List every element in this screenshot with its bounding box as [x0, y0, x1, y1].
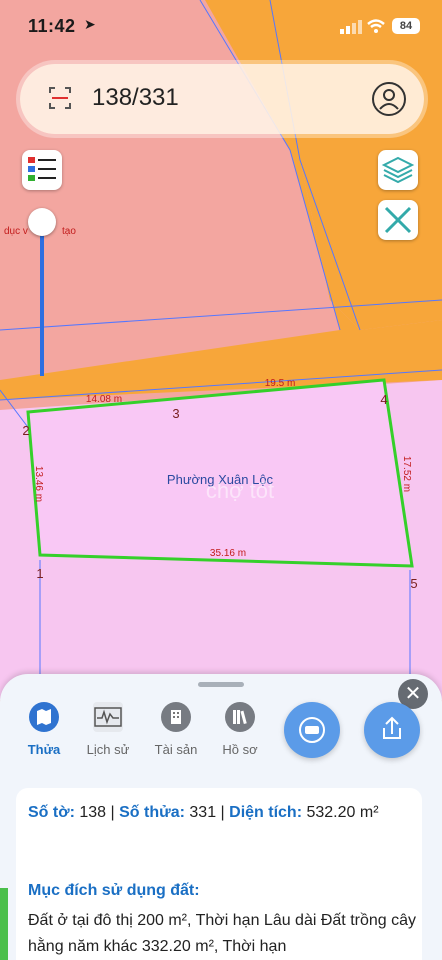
signal-icon	[340, 20, 362, 34]
so-to-label: Số tờ:	[28, 804, 75, 821]
tab-thua[interactable]: Thửa	[14, 702, 74, 757]
edge-label-left: 13.46 m	[33, 466, 44, 502]
tab-label-tai-san: Tài sản	[154, 742, 198, 757]
sheet-handle[interactable]	[198, 682, 244, 687]
tab-ho-so[interactable]: Hồ sơ	[210, 702, 270, 757]
bottom-sheet[interactable]: ✕ Thửa Lịch sử Tài sản Hồ sơ Số tờ: 138 …	[0, 674, 442, 960]
so-thua-label: Số thửa:	[119, 804, 185, 821]
layers-button[interactable]	[378, 150, 418, 190]
opacity-slider-track[interactable]	[40, 236, 44, 376]
tab-lich-su[interactable]: Lịch sử	[78, 702, 138, 757]
scan-icon[interactable]	[48, 86, 72, 110]
share-icon	[383, 716, 401, 739]
battery-level: 84	[392, 18, 420, 34]
user-profile-icon[interactable]	[372, 82, 406, 116]
books-icon	[225, 702, 255, 732]
point-2: 2	[22, 423, 29, 438]
point-4: 4	[380, 392, 387, 407]
navigate-car-button[interactable]	[284, 702, 340, 758]
point-3: 3	[172, 406, 179, 421]
point-5: 5	[410, 576, 417, 591]
map-label-partial: dục v	[4, 226, 28, 237]
parcel-info-card: Số tờ: 138 | Số thửa: 331 | Diện tích: 5…	[16, 788, 422, 960]
tab-label-ho-so: Hồ sơ	[222, 742, 258, 757]
location-arrow-icon: ➤	[84, 16, 96, 32]
so-thua-value: 331	[189, 804, 217, 821]
car-icon	[299, 717, 325, 743]
status-time: 11:42	[28, 16, 76, 36]
watermark: chợ tốt	[206, 478, 274, 503]
so-to-value: 138	[79, 804, 107, 821]
tab-label-thua: Thửa	[27, 742, 61, 757]
search-input[interactable]: 138/331	[92, 84, 179, 112]
layers-icon	[381, 156, 415, 184]
share-button[interactable]	[364, 702, 420, 758]
legend-list-icon	[28, 157, 56, 181]
history-chart-icon	[93, 702, 123, 732]
muc-dich-text: Đất ở tại đô thị 200 m², Thời hạn Lâu dà…	[28, 912, 417, 955]
map-label-partial-2: tạo	[62, 226, 76, 237]
building-icon	[161, 702, 191, 732]
wifi-icon	[367, 19, 385, 33]
edge-label-right: 17.52 m	[401, 456, 412, 492]
tab-label-lich-su: Lịch sử	[86, 742, 130, 757]
point-1: 1	[36, 566, 43, 581]
opacity-slider-handle[interactable]	[28, 208, 56, 236]
edge-label-top-left: 14.08 m	[86, 394, 122, 405]
side-indicator	[0, 888, 8, 960]
edge-label-top-right: 19.5 m	[265, 378, 296, 389]
ruler-pencil-icon	[384, 206, 412, 234]
muc-dich-label: Mục đích sử dụng đất:	[28, 882, 200, 899]
search-bar[interactable]: 138/331	[20, 64, 424, 134]
tab-tai-san[interactable]: Tài sản	[146, 702, 206, 757]
parcel-summary: Số tờ: 138 | Số thửa: 331 | Diện tích: 5…	[28, 804, 379, 821]
map-icon	[29, 702, 59, 732]
dien-tich-value: 532.20 m²	[306, 804, 379, 821]
legend-button[interactable]	[22, 150, 62, 190]
measure-tool-button[interactable]	[378, 200, 418, 240]
edge-label-bottom: 35.16 m	[210, 548, 246, 559]
dien-tich-label: Diện tích:	[229, 804, 303, 821]
status-bar: 11:42 ➤ 84	[0, 0, 442, 56]
